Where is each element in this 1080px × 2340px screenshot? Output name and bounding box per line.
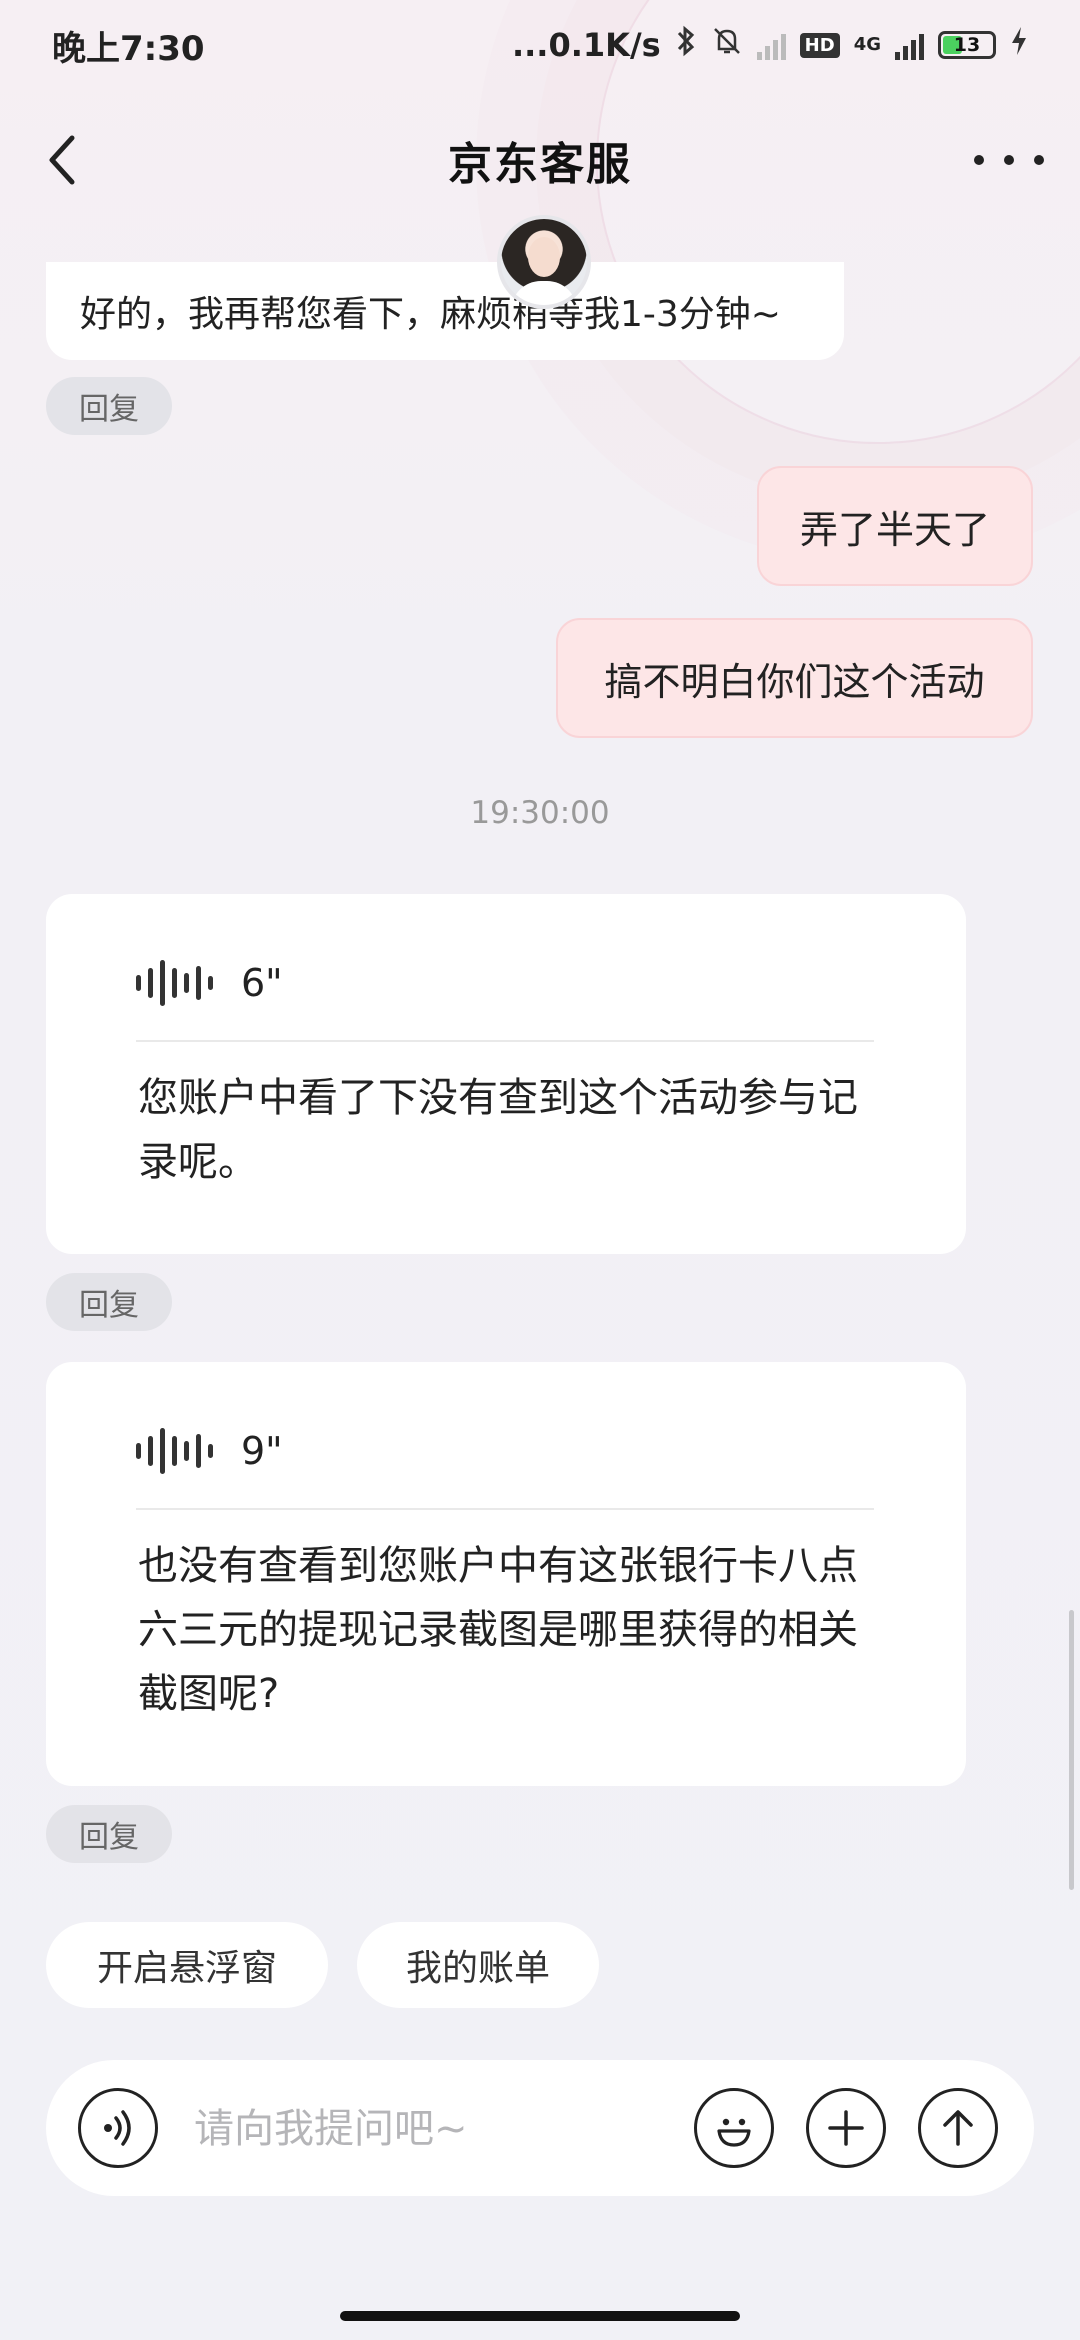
signal-sim1-icon	[756, 30, 786, 60]
divider	[136, 1040, 874, 1042]
battery-level: 13	[953, 34, 981, 56]
emoji-button[interactable]	[694, 2088, 774, 2168]
message-input-bar: 请向我提问吧~	[46, 2060, 1034, 2196]
voice-transcript: 也没有查看到您账户中有这张银行卡八点六三元的提现记录截图是哪里获得的相关截图呢?	[138, 1543, 858, 1717]
message-timestamp: 19:30:00	[470, 795, 610, 831]
mute-bell-icon	[711, 25, 743, 65]
reply-button[interactable]: 回复	[46, 377, 172, 435]
agent-voice-message: 6" 您账户中看了下没有查到这个活动参与记录呢。	[46, 894, 966, 1254]
status-time: 晚上7:30	[52, 28, 205, 69]
signal-sim2-icon	[895, 30, 924, 60]
voice-duration: 9"	[241, 1429, 283, 1473]
voice-play-row[interactable]: 9"	[136, 1426, 283, 1476]
reply-button[interactable]: 回复	[46, 1273, 172, 1331]
chat-screen: 晚上7:30 ...0.1K/s HD 4G 13 京东客服 好的，我再帮您看下…	[0, 0, 1080, 2340]
voice-waveform-icon	[136, 958, 213, 1008]
quick-action-floating-window[interactable]: 开启悬浮窗	[46, 1922, 328, 2008]
battery-icon: 13	[938, 31, 996, 59]
network-speed: ...0.1K/s	[511, 26, 661, 64]
more-dot-icon	[974, 155, 984, 165]
voice-input-button[interactable]	[78, 2088, 158, 2168]
divider	[136, 1508, 874, 1510]
more-dot-icon	[1004, 155, 1014, 165]
more-dot-icon	[1034, 155, 1044, 165]
back-button[interactable]	[40, 128, 100, 192]
message-input[interactable]: 请向我提问吧~	[194, 2096, 468, 2154]
user-message-bubble: 搞不明白你们这个活动	[556, 618, 1033, 738]
more-options-button[interactable]	[974, 135, 1044, 185]
agent-message-text: 好的，我再帮您看下，麻烦稍等我1-3分钟~	[80, 294, 781, 335]
charging-icon	[1010, 26, 1028, 64]
hd-badge: HD	[799, 32, 840, 58]
add-attachment-button[interactable]	[806, 2088, 886, 2168]
status-icons: ...0.1K/s HD 4G 13	[512, 25, 1028, 65]
smiley-icon	[717, 2118, 751, 2147]
user-message-text: 搞不明白你们这个活动	[604, 659, 985, 704]
reply-button[interactable]: 回复	[46, 1805, 172, 1863]
send-button[interactable]	[918, 2088, 998, 2168]
voice-waveform-icon	[136, 1426, 213, 1476]
agent-voice-message: 9" 也没有查看到您账户中有这张银行卡八点六三元的提现记录截图是哪里获得的相关截…	[46, 1362, 966, 1786]
network-type: 4G	[853, 34, 881, 55]
plus-icon	[828, 2110, 864, 2146]
scrollbar[interactable]	[1069, 1610, 1074, 1890]
user-message-bubble: 弄了半天了	[757, 466, 1033, 586]
home-indicator[interactable]	[340, 2311, 740, 2321]
arrow-up-icon	[943, 2110, 973, 2146]
chat-header: 京东客服	[0, 110, 1080, 210]
status-bar: 晚上7:30 ...0.1K/s HD 4G 13	[0, 0, 1080, 90]
voice-input-icon	[104, 2110, 131, 2146]
agent-avatar[interactable]	[497, 215, 591, 309]
voice-duration: 6"	[241, 961, 283, 1005]
back-arrow-icon	[49, 135, 75, 185]
user-message-text: 弄了半天了	[799, 507, 990, 552]
agent-message-bubble: 好的，我再帮您看下，麻烦稍等我1-3分钟~	[46, 262, 844, 360]
voice-transcript: 您账户中看了下没有查到这个活动参与记录呢。	[138, 1075, 858, 1185]
page-title: 京东客服	[448, 139, 632, 190]
bluetooth-icon	[675, 25, 697, 65]
quick-action-my-bill[interactable]: 我的账单	[357, 1922, 599, 2008]
voice-play-row[interactable]: 6"	[136, 958, 283, 1008]
